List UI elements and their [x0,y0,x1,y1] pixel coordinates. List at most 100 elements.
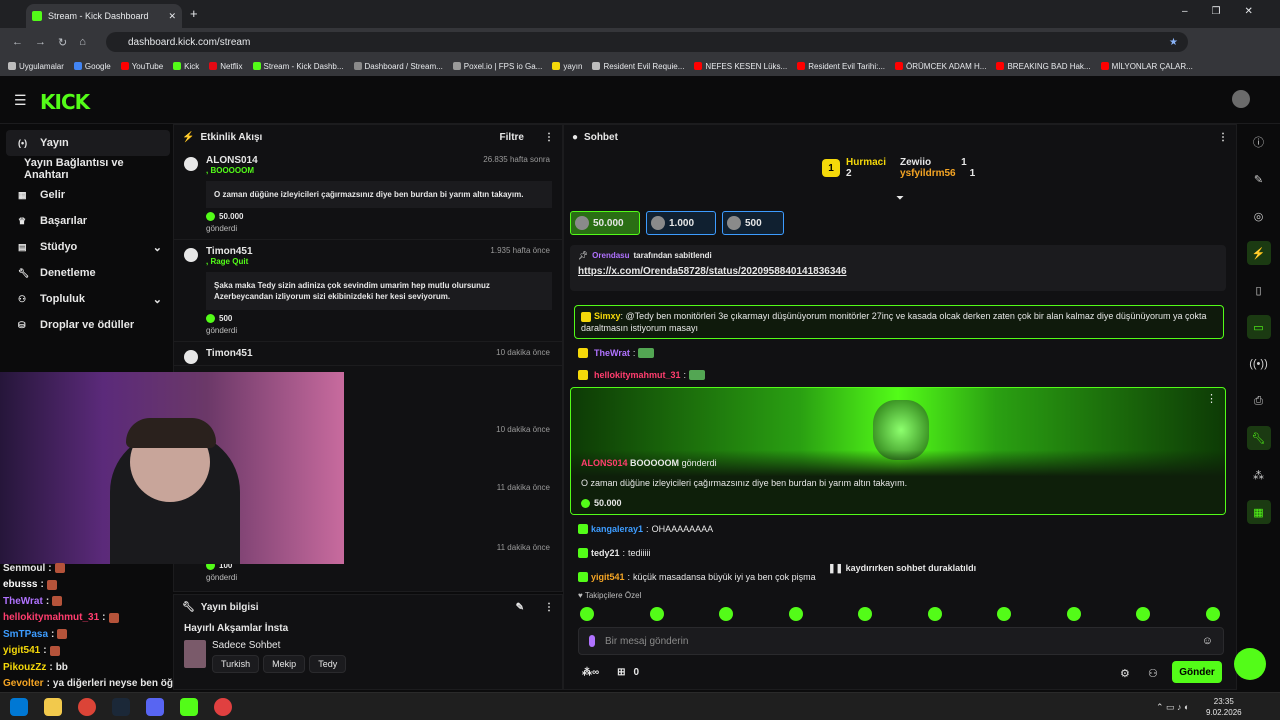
right-tool-icon[interactable]: ▯ [1247,278,1271,302]
gift-box-icon[interactable]: ⊞ [617,667,625,678]
nav-item[interactable]: ♛ Başarılar [6,208,170,234]
bookmark-item[interactable]: YouTube [120,62,163,71]
new-tab-button[interactable]: + [190,6,198,21]
right-tool-icon[interactable]: ⓘ [1247,130,1271,154]
right-tool-icon[interactable]: ✎ [1247,167,1271,191]
steam-icon[interactable] [112,698,130,716]
chat-username[interactable]: TheWrat [594,347,630,359]
emote-icon[interactable] [580,607,594,621]
window-controls[interactable]: –❐✕ [1182,6,1277,17]
file-explorer-icon[interactable] [44,698,62,716]
nav-item[interactable]: ▤ Stüdyo ⌄ [6,234,170,260]
bookmark-star-icon[interactable]: ★ [1169,37,1178,48]
more-options-icon[interactable]: ⋮ [1218,132,1228,143]
chat-username[interactable]: yigit541 [591,571,625,583]
bookmark-item[interactable]: Netflix [209,62,243,71]
emote-icon[interactable] [1205,607,1220,621]
channel-points-icon[interactable]: ⁂∞ [582,667,599,678]
more-options-icon[interactable]: ⋮ [544,602,554,613]
chat-input[interactable]: Bir mesaj gönderin ☺ [578,627,1224,655]
right-tool-icon[interactable]: ⚡ [1246,241,1271,265]
chat-message[interactable]: tedy21: tediiiii [564,545,1238,561]
event-item[interactable]: Timon451 1.935 hafta önce, Rage Quit Şaka … [174,240,562,342]
bookmark-item[interactable]: Stream - Kick Dashb... [252,62,344,71]
emote-icon[interactable] [649,607,664,621]
emote-icon[interactable] [1066,607,1081,621]
more-options-icon[interactable]: ⋮ [544,132,554,143]
chat-username[interactable]: hellokitymahmut_31 [594,369,681,381]
browser-tab[interactable]: Stream - Kick Dashboard ✕ [26,4,182,28]
bookmark-item[interactable]: Dashboard / Stream... [353,62,443,71]
right-tool-icon[interactable]: ◎ [1247,204,1271,228]
bookmark-item[interactable]: ÖRÜMCEK ADAM H... [895,62,986,71]
bookmark-item[interactable]: Resident Evil Tarihi:... [797,62,885,71]
filter-button[interactable]: Filtre [500,132,524,143]
chat-username[interactable]: Simxy [594,311,621,321]
bookmark-item[interactable]: NEFES KESEN Lüks... [694,62,787,71]
nav-item[interactable]: 🔧︎ Denetleme [6,260,170,286]
emote-icon[interactable] [788,607,803,621]
right-tool-icon[interactable]: ((•)) [1247,352,1271,376]
url-bar[interactable]: dashboard.kick.com/stream ★ [106,32,1188,52]
menu-icon[interactable]: ☰ [14,92,27,109]
bookmark-item[interactable]: yayın [552,62,582,71]
category-name[interactable]: Sadece Sohbet [212,640,346,651]
chat-username[interactable]: kangaleray1 [591,523,643,535]
bookmark-item[interactable]: Poxel.io | FPS io Ga... [452,62,542,71]
settings-icon[interactable]: ⚙ [1120,667,1130,680]
event-item[interactable]: Timon451 10 dakika önce [174,342,562,366]
right-tool-icon[interactable]: 🔧︎ [1246,426,1271,450]
chat-message[interactable]: kangaleray1: OHAAAAAAAA [564,521,1238,537]
emote-icon[interactable] [858,607,873,621]
right-tool-icon[interactable]: ▭ [1246,315,1271,339]
kick-logo[interactable]: KICK [40,90,90,114]
collapse-leaderboard-icon[interactable]: ⏷ [896,193,904,204]
clock[interactable]: 23:35 9.02.2026 [1206,696,1242,718]
bookmark-item[interactable]: Resident Evil Requie... [592,62,684,71]
emote-icon[interactable] [997,607,1012,621]
windows-start-icon[interactable] [10,698,28,716]
bookmark-item[interactable]: Uygulamalar [8,62,64,71]
chat-message[interactable]: Simxy: @Tedy ben monitörleri 3e çıkarmay… [574,305,1224,339]
emote-icon[interactable] [1136,607,1151,621]
right-tool-icon[interactable]: ⎙ [1247,389,1271,413]
gift-leader-chip[interactable]: 1.000 [646,211,716,235]
nav-item[interactable]: Yayın Bağlantısı ve Anahtarı [6,156,170,182]
nav-item[interactable]: ▦ Gelir [6,182,170,208]
avatar[interactable] [1232,90,1250,108]
more-options-icon[interactable]: ⋮ [1206,392,1217,405]
nav-item[interactable]: (•) Yayın [6,130,170,156]
chat-message[interactable]: TheWrat: [564,345,1238,361]
edit-icon[interactable]: ✎ [516,602,524,613]
stream-tag[interactable]: Tedy [309,655,347,673]
stream-tag[interactable]: Mekip [263,655,306,673]
help-chat-button[interactable] [1234,648,1266,680]
forward-icon[interactable]: → [35,36,46,48]
kick-app-icon[interactable] [180,698,198,716]
chat-users-icon[interactable]: ⚇ [1148,667,1158,680]
chrome-icon[interactable] [78,698,96,716]
bookmark-item[interactable]: BREAKING BAD Hak... [996,62,1091,71]
discord-icon[interactable] [146,698,164,716]
gift-leader-chip[interactable]: 500 [722,211,784,235]
home-icon[interactable]: ⌂ [79,36,86,48]
obs-icon[interactable] [214,698,232,716]
bookmark-item[interactable]: Kick [173,62,199,71]
chat-paused-notice[interactable]: ❚❚ kaydırırken sohbet duraklatıldı [824,561,981,576]
chat-username[interactable]: tedy21 [591,547,620,559]
nav-item[interactable]: ⚇ Topluluk ⌄ [6,286,170,312]
chat-message[interactable]: hellokitymahmut_31: [564,367,1238,383]
close-tab-icon[interactable]: ✕ [168,11,176,22]
right-tool-icon[interactable]: ⁂ [1247,463,1271,487]
gift-leader-chip[interactable]: 50.000 [570,211,640,235]
bookmark-item[interactable]: Google [73,62,111,71]
reload-icon[interactable]: ↻ [58,36,67,49]
send-button[interactable]: Gönder [1172,661,1222,683]
bookmark-item[interactable]: MİLYONLAR ÇALAR... [1100,62,1193,71]
stream-tag[interactable]: Turkish [212,655,260,673]
system-tray-icons[interactable]: ⌃ ▭ ♪ ◐ [1156,702,1189,713]
right-tool-icon[interactable]: ▦ [1246,500,1271,524]
mic-icon[interactable] [589,635,595,647]
event-item[interactable]: ALONS014 26.835 hafta sonra, BOOOOOM O zam… [174,149,562,240]
emote-icon[interactable] [927,607,942,621]
